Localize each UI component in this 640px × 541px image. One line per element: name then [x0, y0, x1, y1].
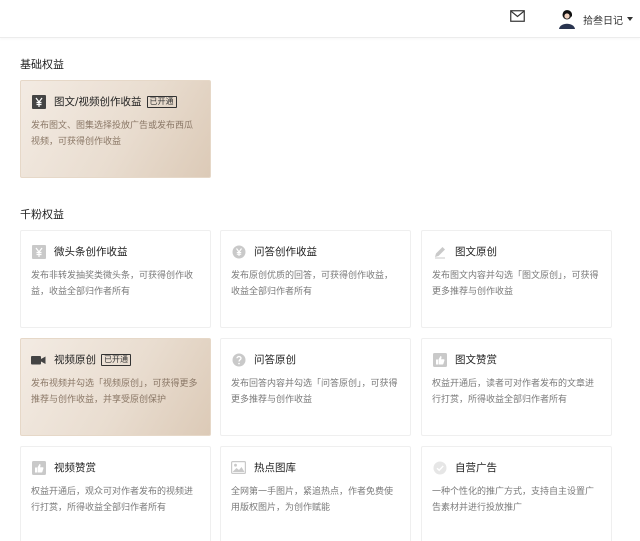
- card-description: 一种个性化的推广方式，支持自主设置广告素材并进行投放推广: [432, 487, 595, 513]
- card-title: 热点图库: [254, 462, 296, 474]
- card-header: 问答原创: [231, 352, 296, 367]
- card-description: 发布原创优质的回答，可获得创作收益，收益全部归作者所有: [231, 271, 394, 297]
- avatar[interactable]: [557, 8, 577, 30]
- pen-icon: [432, 245, 447, 259]
- mail-icon[interactable]: [510, 10, 525, 22]
- section-title-basic: 基础权益: [20, 58, 64, 71]
- benefit-card[interactable]: 问答原创发布回答内容并勾选「问答原创」，可获得更多推荐与创作收益: [220, 338, 411, 436]
- card-description: 发布视频并勾选「视频原创」，可获得更多推荐与创作收益，并享受原创保护: [31, 379, 198, 405]
- card-title: 视频原创: [54, 354, 96, 366]
- benefit-card[interactable]: 图文/视频创作收益 已开通发布图文、图集选择投放广告或发布西瓜视频，可获得创作收益: [20, 80, 211, 178]
- card-header: 自营广告: [432, 460, 497, 475]
- yuan-icon: [31, 244, 46, 259]
- benefit-card[interactable]: 问答创作收益发布原创优质的回答，可获得创作收益，收益全部归作者所有: [220, 230, 411, 328]
- status-badge: 已开通: [101, 353, 131, 366]
- card-description: 全网第一手图片，紧追热点，作者免费使用版权图片，为创作赋能: [231, 487, 394, 513]
- benefit-card[interactable]: 自营广告一种个性化的推广方式，支持自主设置广告素材并进行投放推广: [421, 446, 612, 541]
- benefit-card[interactable]: 图文赞赏权益开通后，读者可对作者发布的文章进行打赏，所得收益全部归作者所有: [421, 338, 612, 436]
- card-header: 微头条创作收益: [31, 244, 128, 259]
- card-title: 自营广告: [455, 462, 497, 474]
- question-icon: [231, 353, 246, 367]
- card-header: 热点图库: [231, 460, 296, 475]
- yuan-circle-icon: [231, 245, 246, 259]
- card-header: 图文/视频创作收益 已开通: [31, 94, 177, 109]
- card-header: 图文原创: [432, 244, 497, 259]
- video-camera-icon: [31, 353, 46, 367]
- card-title: 问答创作收益: [254, 246, 317, 258]
- card-header: 图文赞赏: [432, 352, 497, 367]
- card-description: 权益开通后，读者可对作者发布的文章进行打赏，所得收益全部归作者所有: [432, 379, 595, 405]
- benefit-card[interactable]: 视频原创 已开通发布视频并勾选「视频原创」，可获得更多推荐与创作收益，并享受原创保…: [20, 338, 211, 436]
- benefit-card[interactable]: 热点图库全网第一手图片，紧追热点，作者免费使用版权图片，为创作赋能: [220, 446, 411, 541]
- card-header: 视频原创 已开通: [31, 352, 131, 367]
- card-header: 视频赞赏: [31, 460, 96, 475]
- card-title: 图文原创: [455, 246, 497, 258]
- check-circle-icon: [432, 461, 447, 475]
- thumb-up-icon: [31, 460, 46, 475]
- username[interactable]: 拾叁日记: [583, 12, 623, 27]
- benefit-card[interactable]: 图文原创发布图文内容并勾选「图文原创」，可获得更多推荐与创作收益: [421, 230, 612, 328]
- card-title: 问答原创: [254, 354, 296, 366]
- card-title: 微头条创作收益: [54, 246, 128, 258]
- image-icon: [231, 461, 246, 475]
- card-description: 发布图文、图集选择投放广告或发布西瓜视频，可获得创作收益: [31, 121, 194, 147]
- card-title: 图文/视频创作收益: [54, 96, 142, 108]
- card-title: 图文赞赏: [455, 354, 497, 366]
- thumb-up-icon: [432, 352, 447, 367]
- card-description: 发布回答内容并勾选「问答原创」，可获得更多推荐与创作收益: [231, 379, 398, 405]
- card-description: 权益开通后，观众可对作者发布的视频进行打赏，所得收益全部归作者所有: [31, 487, 194, 513]
- benefit-card[interactable]: 视频赞赏权益开通后，观众可对作者发布的视频进行打赏，所得收益全部归作者所有: [20, 446, 211, 541]
- card-description: 发布图文内容并勾选「图文原创」，可获得更多推荐与创作收益: [432, 271, 599, 297]
- status-badge: 已开通: [146, 95, 177, 108]
- caret-down-icon[interactable]: [627, 17, 633, 21]
- yuan-icon: [31, 94, 46, 109]
- card-title: 视频赞赏: [54, 462, 96, 474]
- card-description: 发布非转发抽奖类微头条，可获得创作收益，收益全部归作者所有: [31, 271, 194, 297]
- card-header: 问答创作收益: [231, 244, 317, 259]
- section-title-fans: 千粉权益: [20, 208, 64, 221]
- benefit-card[interactable]: 微头条创作收益发布非转发抽奖类微头条，可获得创作收益，收益全部归作者所有: [20, 230, 211, 328]
- top-bar: 拾叁日记: [0, 0, 640, 38]
